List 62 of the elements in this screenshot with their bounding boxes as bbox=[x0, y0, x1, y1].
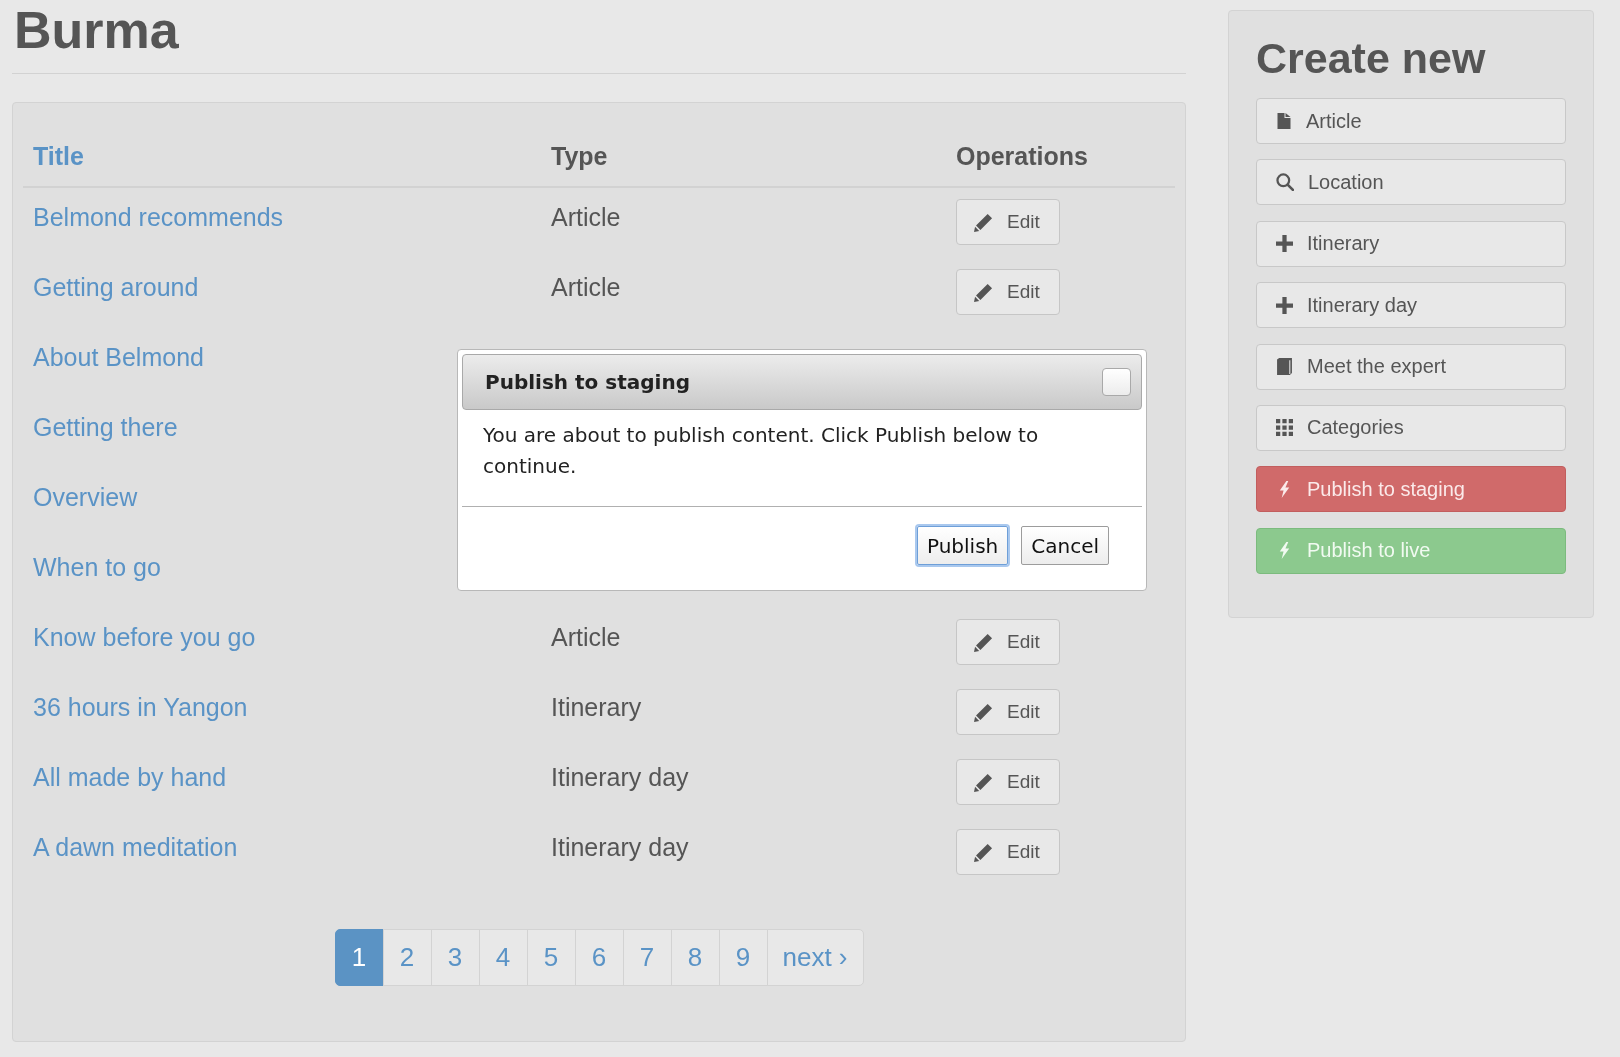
create-button[interactable]: Publish to live bbox=[1256, 527, 1566, 574]
pencil-icon bbox=[974, 632, 993, 652]
title-link[interactable]: 36 hours in Yangon bbox=[33, 692, 248, 722]
pencil-icon bbox=[974, 212, 993, 232]
plus-icon bbox=[1276, 296, 1293, 314]
file-icon bbox=[1276, 113, 1292, 129]
plus-icon bbox=[1276, 235, 1293, 253]
title-link[interactable]: All made by hand bbox=[33, 762, 227, 792]
create-button[interactable]: Itinerary day bbox=[1256, 282, 1566, 329]
page-link[interactable]: 9 bbox=[718, 929, 768, 986]
title-link[interactable]: Know before you go bbox=[33, 622, 256, 652]
title-link[interactable]: Overview bbox=[33, 482, 138, 512]
close-button[interactable] bbox=[1102, 368, 1131, 396]
page-link[interactable]: 5 bbox=[526, 929, 576, 986]
page-link[interactable]: 2 bbox=[382, 929, 432, 986]
type-cell: Article bbox=[551, 202, 621, 232]
page-link[interactable]: 3 bbox=[430, 929, 480, 986]
page-link[interactable]: 4 bbox=[478, 929, 528, 986]
page-title: Burma bbox=[14, 2, 179, 59]
dialog-message: You are about to publish content. Click Publish below to continue. bbox=[482, 422, 1040, 480]
pencil-icon bbox=[974, 772, 993, 792]
create-button[interactable]: Itinerary bbox=[1256, 220, 1566, 267]
grid-icon bbox=[1276, 419, 1293, 437]
page-link[interactable]: 7 bbox=[622, 929, 672, 986]
page-link[interactable]: 6 bbox=[574, 929, 624, 986]
dialog-title: Publish to staging bbox=[485, 370, 690, 394]
title-link[interactable]: Getting around bbox=[33, 272, 199, 302]
next-page-link[interactable]: next › bbox=[766, 929, 864, 986]
column-header[interactable]: Title bbox=[33, 142, 84, 170]
edit-button[interactable]: Edit bbox=[956, 619, 1060, 665]
page-link[interactable]: 1 bbox=[334, 929, 384, 986]
pencil-icon bbox=[974, 702, 993, 722]
title-link[interactable]: Belmond recommends bbox=[33, 202, 284, 232]
title-link[interactable]: Getting there bbox=[33, 412, 178, 442]
type-cell: Itinerary day bbox=[551, 832, 689, 862]
sidebar-title: Create new bbox=[1256, 35, 1486, 82]
pencil-icon bbox=[974, 842, 993, 862]
create-button[interactable]: Categories bbox=[1256, 404, 1566, 451]
type-cell: Itinerary day bbox=[551, 762, 689, 792]
dialog-button[interactable]: Publish bbox=[916, 526, 1009, 565]
title-link[interactable]: A dawn meditation bbox=[33, 832, 238, 862]
edit-button[interactable]: Edit bbox=[956, 269, 1060, 315]
edit-button[interactable]: Edit bbox=[956, 829, 1060, 875]
column-header: Type bbox=[551, 142, 608, 170]
search-icon bbox=[1276, 173, 1294, 192]
title-link[interactable]: When to go bbox=[33, 552, 161, 582]
pencil-icon bbox=[974, 282, 993, 302]
edit-button[interactable]: Edit bbox=[956, 759, 1060, 805]
edit-button[interactable]: Edit bbox=[956, 689, 1060, 735]
column-header: Operations bbox=[956, 142, 1088, 170]
type-cell: Article bbox=[551, 272, 621, 302]
title-link[interactable]: About Belmond bbox=[33, 342, 204, 372]
create-button[interactable]: Meet the expert bbox=[1256, 343, 1566, 390]
edit-button[interactable]: Edit bbox=[956, 199, 1060, 245]
create-button[interactable]: Article bbox=[1256, 98, 1566, 144]
create-button[interactable]: Publish to staging bbox=[1256, 466, 1566, 513]
dialog-button[interactable]: Cancel bbox=[1021, 526, 1109, 565]
book-icon bbox=[1276, 358, 1293, 376]
create-button[interactable]: Location bbox=[1256, 159, 1566, 206]
type-cell: Itinerary bbox=[551, 692, 642, 722]
type-cell: Article bbox=[551, 622, 621, 652]
page-link[interactable]: 8 bbox=[670, 929, 720, 986]
